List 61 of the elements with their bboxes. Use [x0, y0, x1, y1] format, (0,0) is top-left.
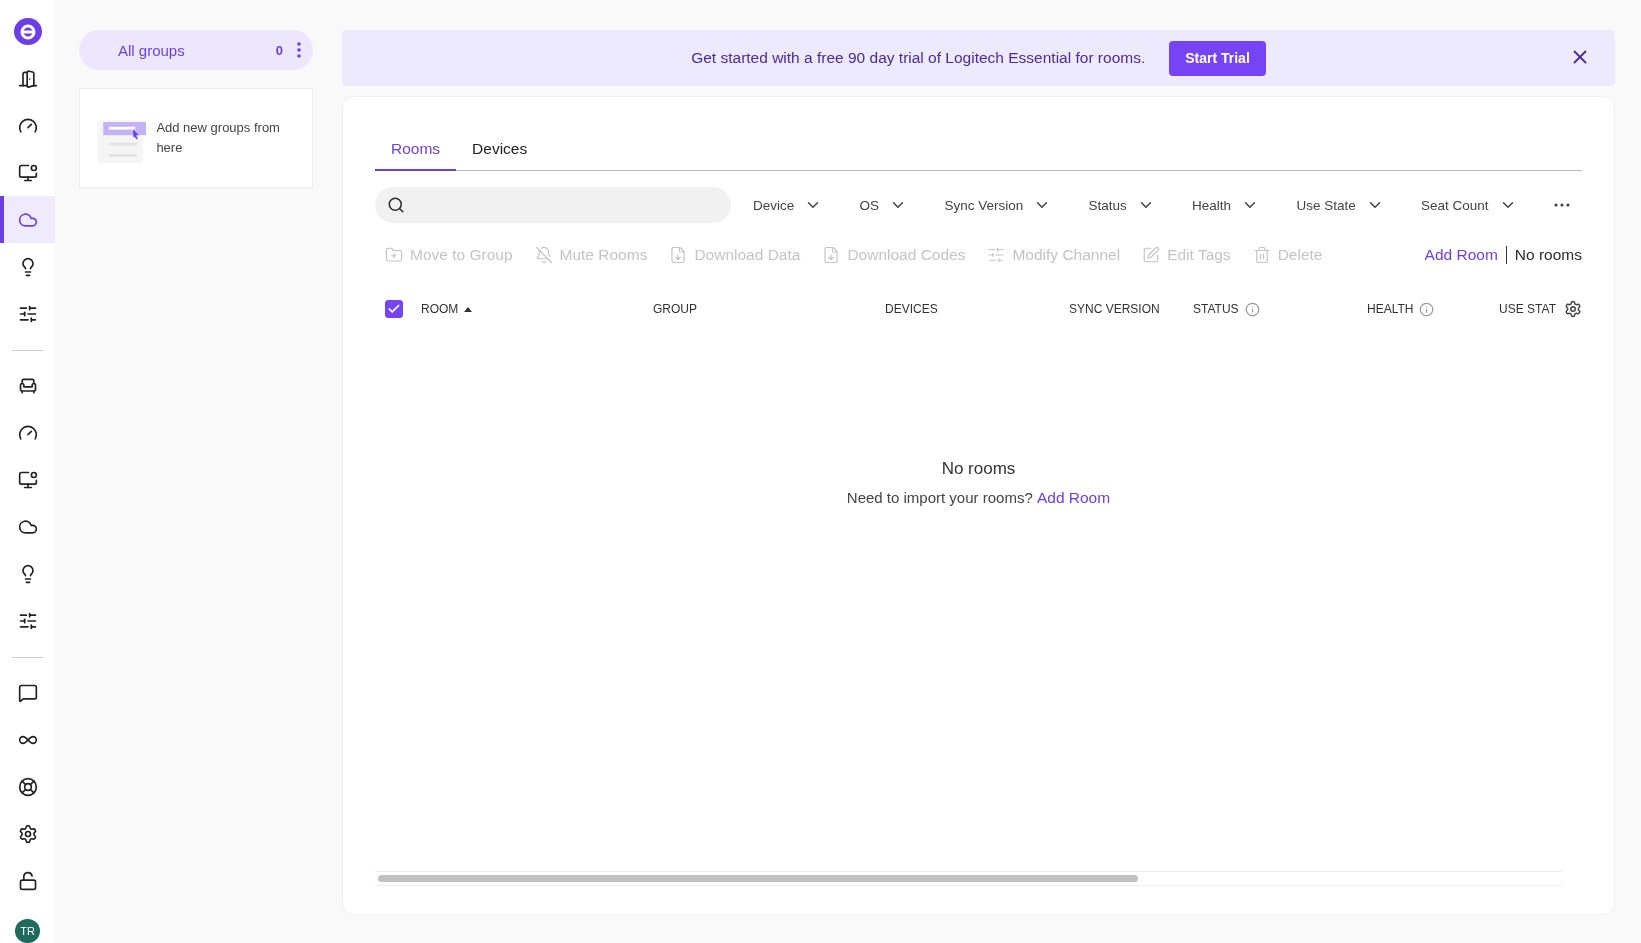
column-header[interactable]: HEALTH	[1367, 301, 1443, 317]
nav-item[interactable]	[0, 196, 55, 244]
add-room-link[interactable]: Add Room	[1036, 489, 1111, 506]
chat-icon	[17, 683, 38, 704]
empty-title: No rooms	[941, 459, 1016, 479]
monitor-alert-icon	[17, 470, 38, 491]
check-icon	[387, 302, 401, 316]
sliders-icon	[987, 246, 1006, 264]
filter-dropdown[interactable]: Use State	[1296, 196, 1384, 214]
search-icon	[387, 196, 405, 214]
group-count: 0	[275, 42, 283, 58]
add-room-link[interactable]: Add Room	[1424, 246, 1507, 264]
lifebuoy-icon	[17, 777, 38, 798]
filter-dropdown[interactable]: Status	[1088, 196, 1155, 214]
trash-icon	[1252, 246, 1271, 264]
banner-message: Get started with a free 90 day trial of Logitech Essential for rooms.	[691, 49, 1146, 67]
tab[interactable]: Devices	[456, 129, 544, 171]
more-icon	[297, 42, 301, 58]
sliders-icon	[17, 304, 38, 324]
column-settings-icon[interactable]	[1564, 300, 1582, 318]
column-header[interactable]: DEVICES	[885, 302, 946, 316]
search-field[interactable]	[375, 187, 731, 223]
filter-dropdown[interactable]: Device	[753, 196, 823, 214]
column-header[interactable]: STATUS	[1193, 301, 1268, 317]
edit-icon	[1142, 246, 1161, 264]
column-header[interactable]: SYNC VERSION	[1069, 302, 1168, 316]
select-all-checkbox[interactable]	[385, 300, 403, 318]
group-title: All groups	[118, 41, 186, 59]
folder-plus-icon	[385, 246, 403, 264]
horizontal-scrollbar[interactable]	[375, 871, 1562, 886]
info-icon	[1419, 301, 1435, 317]
settings-icon	[17, 824, 38, 845]
gauge-icon	[17, 423, 38, 443]
more-icon	[1553, 203, 1570, 207]
unlock-icon	[17, 871, 38, 892]
sliders-icon	[17, 611, 38, 632]
column-header[interactable]: GROUP	[653, 302, 705, 316]
more-button[interactable]	[1553, 203, 1570, 207]
column-header[interactable]: USE STAT	[1499, 302, 1564, 316]
user-avatar[interactable]: TR	[15, 918, 40, 943]
column-header[interactable]: ROOM	[421, 302, 481, 316]
filter-dropdown[interactable]: Health	[1192, 196, 1260, 214]
monitor-alert-icon	[17, 162, 38, 183]
scrollbar-thumb[interactable]	[378, 875, 1138, 882]
filter-dropdown[interactable]: OS	[859, 196, 908, 214]
file-download-icon	[822, 246, 841, 264]
chair-icon	[17, 376, 38, 396]
tab[interactable]: Rooms	[375, 129, 457, 171]
filter-dropdown[interactable]: Seat Count	[1421, 196, 1517, 214]
file-download-icon	[669, 246, 688, 264]
logo-icon	[13, 18, 42, 46]
start-trial-button[interactable]: Start Trial	[1169, 40, 1266, 76]
empty-text: Need to import your rooms? Add Room	[846, 489, 1111, 507]
filter-dropdown[interactable]: Sync Version	[944, 196, 1052, 214]
bell-off-icon	[534, 246, 553, 264]
group-selector[interactable]: All groups 0	[79, 30, 313, 70]
info-icon	[1244, 301, 1260, 317]
room-count: No rooms	[1513, 246, 1582, 264]
hint-text: Add new groups from here	[156, 119, 281, 157]
door-icon	[17, 68, 38, 89]
sort-up-icon	[464, 306, 473, 312]
